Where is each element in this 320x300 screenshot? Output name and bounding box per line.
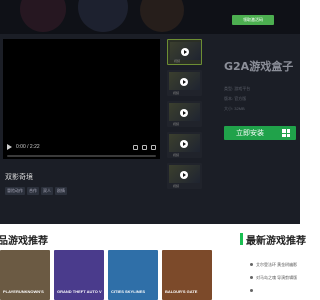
thumbnail-label: 视频 [173, 91, 180, 95]
list-item[interactable] [250, 284, 300, 297]
banner-decoration [140, 0, 184, 32]
windows-icon [282, 129, 290, 137]
play-icon [180, 140, 188, 148]
video-thumbnail[interactable]: 视频 [167, 101, 202, 127]
list-item[interactable]: 对马岛之魂 导演剪辑版 [250, 271, 300, 284]
tag[interactable]: 双人 [41, 187, 53, 195]
play-icon [180, 78, 188, 86]
install-button[interactable]: 立即安装 [224, 126, 296, 140]
tag[interactable]: 冒险动作 [5, 187, 25, 195]
section-title-featured-games: 品游戏推荐 [0, 236, 48, 247]
game-card-caption: GRAND THEFT AUTO V [57, 289, 102, 294]
app-title: G2A游戏盒子 [224, 60, 294, 73]
video-thumbnail[interactable]: 视频 [167, 39, 202, 65]
video-player[interactable]: 0:00 / 2:22 [3, 39, 160, 159]
get-activation-code-button[interactable]: 领取激活码 [232, 15, 274, 25]
fullscreen-icon[interactable] [142, 144, 147, 150]
play-icon [180, 109, 188, 117]
video-thumbnail-list: 视频 视频 视频 视频 视频 [167, 39, 202, 194]
game-card-caption: BALDUR'S GATE [165, 289, 198, 294]
bullet-icon [250, 289, 253, 292]
app-meta-type: 类型: 游戏平台 [224, 86, 251, 91]
banner-decoration [78, 0, 128, 32]
section-accent-bar [240, 233, 243, 245]
list-item-label: 对马岛之魂 导演剪辑版 [256, 274, 298, 280]
thumbnail-label: 视频 [173, 122, 180, 126]
video-title: 双影奇境 [5, 174, 33, 181]
game-card-row: PLAYERUNKNOWN'S GRAND THEFT AUTO V CITIE… [0, 250, 212, 300]
video-thumbnail[interactable]: 视频 [167, 70, 202, 96]
game-card[interactable]: GRAND THEFT AUTO V [54, 250, 104, 300]
video-thumbnail[interactable]: 视频 [167, 163, 202, 189]
play-icon[interactable] [7, 144, 12, 150]
video-thumbnail[interactable]: 视频 [167, 132, 202, 158]
install-button-label: 立即安装 [236, 130, 264, 137]
thumbnail-label: 视频 [173, 153, 180, 157]
game-card[interactable]: BALDUR'S GATE [162, 250, 212, 300]
video-time: 0:00 / 2:22 [16, 144, 40, 150]
video-progress-bar[interactable] [7, 155, 156, 157]
app-meta-version: 版本: 官方版 [224, 96, 247, 101]
more-options-icon[interactable] [151, 144, 156, 150]
game-card-caption: PLAYERUNKNOWN'S [3, 289, 44, 294]
tag[interactable]: 合作 [27, 187, 39, 195]
latest-games-list: 艾尔登法环 黄金树幽影 对马岛之魂 导演剪辑版 [250, 258, 300, 300]
thumbnail-label: 视频 [174, 59, 181, 63]
video-controls: 0:00 / 2:22 [7, 141, 156, 153]
volume-icon[interactable] [133, 144, 138, 150]
video-tags: 冒险动作 合作 双人 剧情 [5, 187, 67, 195]
thumbnail-label: 视频 [173, 184, 180, 188]
section-title-latest-games: 最新游戏推荐 [246, 236, 306, 247]
game-card-caption: CITIES SKYLINES [111, 289, 146, 294]
bullet-icon [250, 263, 253, 266]
play-icon [180, 171, 188, 179]
app-meta-size: 大小: 32MB [224, 106, 245, 111]
play-icon [181, 48, 189, 56]
tag[interactable]: 剧情 [55, 187, 67, 195]
banner-decoration [20, 0, 66, 32]
bullet-icon [250, 276, 253, 279]
game-card[interactable]: CITIES SKYLINES [108, 250, 158, 300]
list-item[interactable]: 艾尔登法环 黄金树幽影 [250, 258, 300, 271]
list-item-label: 艾尔登法环 黄金树幽影 [256, 261, 298, 267]
game-card[interactable]: PLAYERUNKNOWN'S [0, 250, 50, 300]
